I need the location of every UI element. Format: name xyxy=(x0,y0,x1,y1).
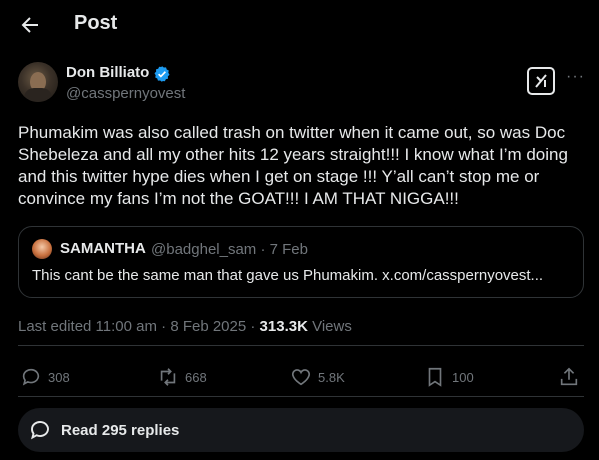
divider xyxy=(18,345,584,346)
share-button[interactable] xyxy=(558,364,580,390)
share-icon xyxy=(560,367,578,386)
quote-text: This cant be the same man that gave us P… xyxy=(32,267,544,284)
author-handle[interactable]: @casspernyovest xyxy=(66,85,185,102)
top-bar: Post xyxy=(0,0,599,50)
tweet-text: Phumakim was also called trash on twitte… xyxy=(18,123,568,208)
quoted-tweet[interactable]: SAMANTHA @badghel_sam · 7 Feb This cant … xyxy=(18,226,584,298)
like-button[interactable]: 5.8K xyxy=(290,364,345,390)
read-replies-label: Read 295 replies xyxy=(61,422,180,439)
action-bar: 308 668 5.8K 100 xyxy=(18,364,584,390)
repost-count: 668 xyxy=(185,369,207,385)
author-name[interactable]: Don Billiato xyxy=(66,64,149,81)
quote-avatar xyxy=(32,239,52,259)
avatar[interactable] xyxy=(18,62,58,102)
heart-icon xyxy=(291,369,311,386)
repost-button[interactable]: 668 xyxy=(157,364,207,390)
divider xyxy=(18,396,584,397)
grok-icon[interactable] xyxy=(527,67,555,95)
quote-author-handle: @badghel_sam · 7 Feb xyxy=(151,241,308,258)
bookmark-count: 100 xyxy=(452,369,474,385)
read-replies-button[interactable]: Read 295 replies xyxy=(18,408,584,452)
like-count: 5.8K xyxy=(318,369,345,385)
views-count: 313.3K xyxy=(259,318,308,335)
page-title: Post xyxy=(74,12,118,34)
views-label: Views xyxy=(307,318,352,335)
quote-author-name: SAMANTHA xyxy=(60,240,146,257)
reply-icon xyxy=(31,421,49,440)
verified-badge-icon xyxy=(154,66,170,82)
repost-icon xyxy=(160,368,176,386)
arrow-left-icon[interactable] xyxy=(18,13,42,37)
reply-count: 308 xyxy=(48,369,70,385)
edited-timestamp[interactable]: Last edited 11:00 am · 8 Feb 2025 · xyxy=(18,318,260,335)
reply-button[interactable]: 308 xyxy=(20,364,70,390)
bookmark-icon xyxy=(428,367,442,387)
reply-icon xyxy=(22,368,40,386)
bookmark-button[interactable]: 100 xyxy=(424,364,474,390)
tweet-meta: Last edited 11:00 am · 8 Feb 2025 · 313.… xyxy=(18,318,352,335)
more-options-icon[interactable]: ··· xyxy=(566,68,585,86)
